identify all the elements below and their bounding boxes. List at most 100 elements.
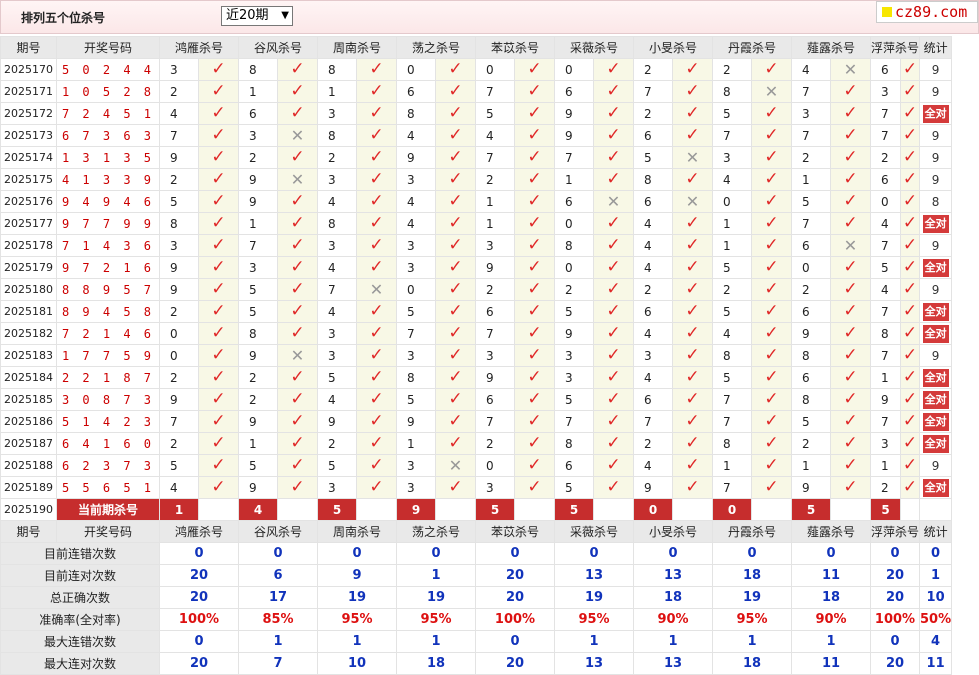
cross-icon: ✕ <box>290 169 305 189</box>
kill-number: 5 <box>712 300 752 323</box>
check-icon: ✓ <box>685 213 700 233</box>
header-row: 期号 开奖号码 鸿雁杀号 谷风杀号 周南杀号 荡之杀号 苯苡杀号 采薇杀号 小旻杀号 丹霞杀号 薤露… <box>0 36 953 59</box>
kill-number: 5 <box>396 388 436 411</box>
period-select-value: 近20期 <box>226 8 269 23</box>
summary-value: 1 <box>396 630 476 653</box>
draw-number: 8 8 9 5 7 <box>56 278 160 301</box>
table-row: 2025170 5 0 2 4 4 3 ✓ 8 ✓ 8 ✓ 0 ✓ 0 ✓ 0 ✓ 2 ✓ 2 ✓ 4 ✕ 6 ✓ 9 <box>0 58 953 81</box>
check-icon: ✓ <box>369 213 384 233</box>
current-kill-pad <box>514 498 555 521</box>
period-number: 2025177 <box>0 212 57 235</box>
current-kill-pad <box>277 498 318 521</box>
check-icon: ✓ <box>843 345 858 365</box>
period-number: 2025172 <box>0 102 57 125</box>
hit-cell: ✓ <box>198 146 239 169</box>
table-row: 2025185 3 0 8 7 3 9 ✓ 2 ✓ 4 ✓ 5 ✓ 6 ✓ 5 ✓ 6 ✓ 7 ✓ 8 ✓ 9 ✓ 全对 <box>0 388 953 411</box>
kill-number: 0 <box>159 344 199 367</box>
all-correct-badge: 全对 <box>922 434 949 453</box>
check-icon: ✓ <box>685 455 700 475</box>
check-icon: ✓ <box>606 257 621 277</box>
table-row: 2025184 2 2 1 8 7 2 ✓ 2 ✓ 5 ✓ 8 ✓ 9 ✓ 3 ✓ 4 ✓ 5 ✓ 6 ✓ 1 ✓ 全对 <box>0 366 953 389</box>
check-icon: ✓ <box>290 389 305 409</box>
all-correct-badge: 全对 <box>922 214 949 233</box>
hit-cell: ✓ <box>751 168 792 191</box>
summary-label: 最大连对次数 <box>0 652 160 675</box>
miss-cell: ✕ <box>672 146 713 169</box>
summary-value: 100% <box>475 608 555 631</box>
current-kill-pad <box>830 498 871 521</box>
kill-number: 8 <box>712 344 752 367</box>
kill-number: 2 <box>870 146 901 169</box>
period-select[interactable]: 近20期 ▼ <box>221 6 293 26</box>
current-kill-pad <box>435 498 476 521</box>
table-row: 2025187 6 4 1 6 0 2 ✓ 1 ✓ 2 ✓ 1 ✓ 2 ✓ 8 ✓ 2 ✓ 8 ✓ 2 ✓ 3 ✓ 全对 <box>0 432 953 455</box>
check-icon: ✓ <box>527 279 542 299</box>
kill-number: 2 <box>554 278 594 301</box>
check-icon: ✓ <box>448 345 463 365</box>
current-kill-pad <box>356 498 397 521</box>
check-icon: ✓ <box>764 345 779 365</box>
check-icon: ✓ <box>685 59 700 79</box>
kill-number: 4 <box>633 366 673 389</box>
summary-value: 20 <box>159 652 239 675</box>
kill-number: 9 <box>159 278 199 301</box>
kill-number: 0 <box>396 58 436 81</box>
hit-cell: ✓ <box>198 256 239 279</box>
table-row: 2025174 1 3 1 3 5 9 ✓ 2 ✓ 2 ✓ 9 ✓ 7 ✓ 7 ✓ 5 ✕ 3 ✓ 2 ✓ 2 ✓ 9 <box>0 146 953 169</box>
check-icon: ✓ <box>211 411 226 431</box>
kill-number: 4 <box>475 124 515 147</box>
hit-cell: ✓ <box>672 168 713 191</box>
cross-icon: ✕ <box>843 59 858 79</box>
kill-number: 6 <box>791 234 831 257</box>
summary-value: 95% <box>712 608 792 631</box>
hit-cell: ✓ <box>514 190 555 213</box>
brand-logo[interactable]: cz89.com <box>876 1 978 23</box>
hit-cell: ✓ <box>514 168 555 191</box>
kill-number: 7 <box>870 344 901 367</box>
summary-row: 目前连错次数 0 0 0 0 0 0 0 0 0 0 0 <box>0 542 953 565</box>
check-icon: ✓ <box>448 103 463 123</box>
period-number: 2025178 <box>0 234 57 257</box>
hit-cell: ✓ <box>356 124 397 147</box>
check-icon: ✓ <box>843 433 858 453</box>
column-header: 小旻杀号 <box>633 36 713 59</box>
kill-number: 4 <box>633 212 673 235</box>
summary-value: 11 <box>791 652 871 675</box>
check-icon: ✓ <box>448 301 463 321</box>
summary-label: 目前连对次数 <box>0 564 160 587</box>
hit-cell: ✓ <box>435 366 476 389</box>
check-icon: ✓ <box>211 213 226 233</box>
kill-number: 2 <box>633 102 673 125</box>
column-header: 采薇杀号 <box>554 36 634 59</box>
kill-number: 9 <box>238 476 278 499</box>
kill-number: 5 <box>554 300 594 323</box>
summary-value: 17 <box>238 586 318 609</box>
column-header: 薤露杀号 <box>791 520 871 543</box>
check-icon: ✓ <box>211 477 226 497</box>
kill-number: 8 <box>791 388 831 411</box>
summary-value: 20 <box>159 586 239 609</box>
kill-number: 3 <box>396 344 436 367</box>
column-header: 薤露杀号 <box>791 36 871 59</box>
summary-value: 90% <box>791 608 871 631</box>
column-header: 期号 <box>0 36 57 59</box>
hit-cell: ✓ <box>593 454 634 477</box>
kill-number: 4 <box>317 300 357 323</box>
kill-number: 7 <box>554 146 594 169</box>
table-row: 2025177 9 7 7 9 9 8 ✓ 1 ✓ 8 ✓ 4 ✓ 1 ✓ 0 ✓ 4 ✓ 1 ✓ 7 ✓ 4 ✓ 全对 <box>0 212 953 235</box>
summary-value: 0 <box>317 542 397 565</box>
hit-cell: ✓ <box>198 454 239 477</box>
current-kill-label: 当前期杀号 <box>56 498 160 521</box>
kill-number: 2 <box>633 432 673 455</box>
check-icon: ✓ <box>685 323 700 343</box>
hit-cell: ✓ <box>435 124 476 147</box>
check-icon: ✓ <box>843 125 858 145</box>
kill-number: 7 <box>870 410 901 433</box>
kill-number: 8 <box>396 102 436 125</box>
hit-cell: ✓ <box>593 80 634 103</box>
kill-number: 6 <box>633 190 673 213</box>
hit-cell: ✓ <box>672 432 713 455</box>
check-icon: ✓ <box>606 213 621 233</box>
draw-number: 3 0 8 7 3 <box>56 388 160 411</box>
kill-number: 2 <box>159 366 199 389</box>
